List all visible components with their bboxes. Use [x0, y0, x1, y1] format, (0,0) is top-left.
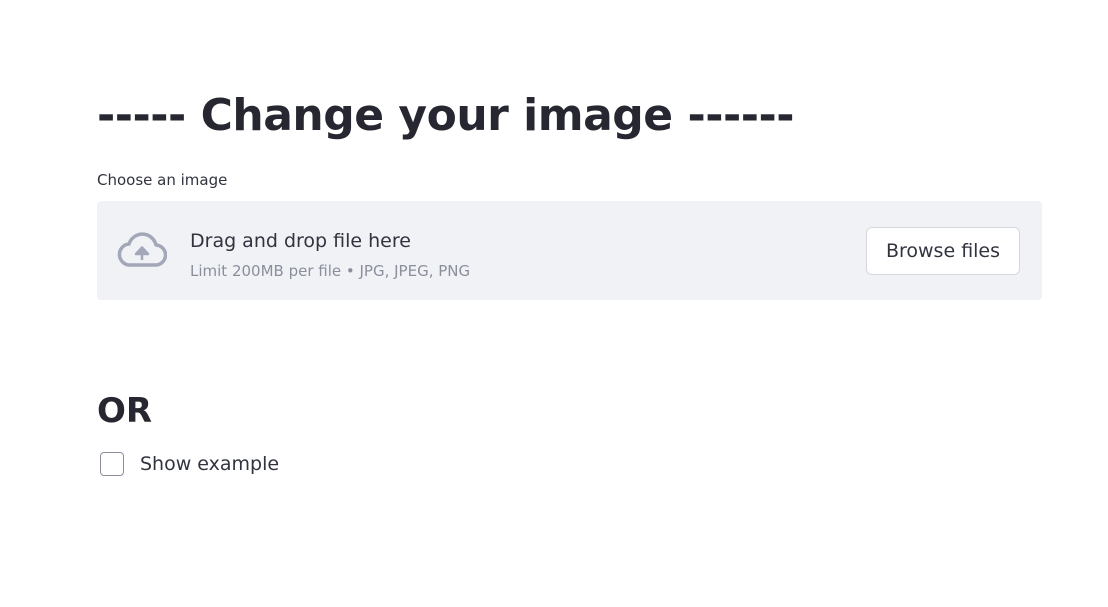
- file-limit-text: Limit 200MB per file • JPG, JPEG, PNG: [190, 262, 471, 280]
- or-heading: OR: [97, 391, 153, 431]
- show-example-label[interactable]: Show example: [140, 451, 279, 477]
- cloud-upload-icon: [117, 232, 168, 268]
- page-title: ----- Change your image ------: [97, 90, 795, 141]
- show-example-checkbox-row[interactable]: Show example: [100, 451, 279, 477]
- uploader-label: Choose an image: [97, 171, 228, 189]
- page: ----- Change your image ------ Choose an…: [0, 0, 1108, 607]
- show-example-checkbox[interactable]: [100, 452, 124, 476]
- file-dropzone[interactable]: Drag and drop file here Limit 200MB per …: [97, 201, 1042, 300]
- drop-instructions: Drag and drop file here: [190, 230, 411, 252]
- browse-files-button[interactable]: Browse files: [866, 227, 1020, 275]
